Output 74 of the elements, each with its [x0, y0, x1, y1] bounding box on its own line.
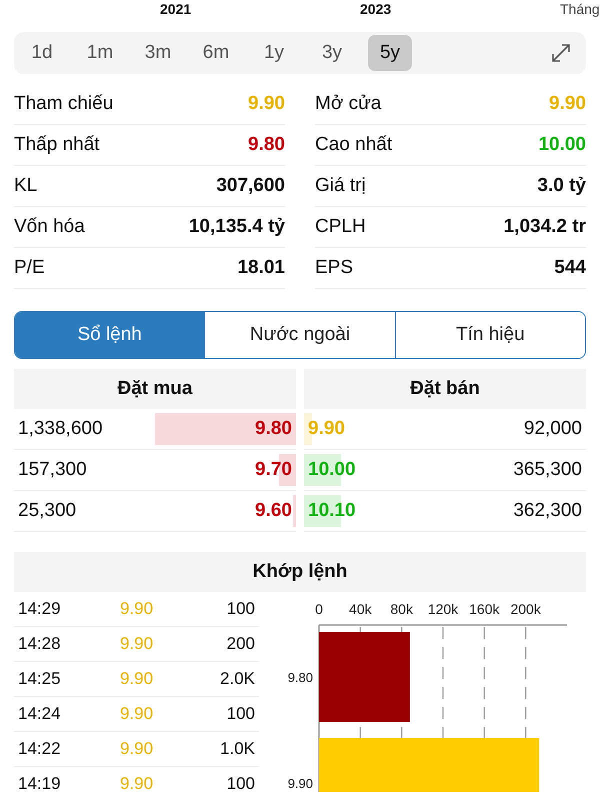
trade-volume: 1.0K	[219, 739, 255, 759]
timeframe-tab[interactable]: 5y	[368, 35, 412, 71]
tick-label: 120k	[428, 601, 458, 617]
bid-volume: 1,338,600	[18, 418, 103, 440]
trade-price: 9.90	[118, 774, 154, 794]
stat-value: 1,034.2 tr	[504, 216, 586, 238]
stat-label: Giá trị	[315, 175, 366, 197]
tick-label: 200k	[510, 601, 541, 617]
segment-tab[interactable]: Sổ lệnh	[15, 312, 204, 358]
stat-label: Cao nhất	[315, 134, 392, 156]
section-header: Khớp lệnh	[14, 552, 586, 592]
trade-volume: 2.0K	[219, 669, 255, 689]
stat-value: 9.90	[549, 93, 586, 115]
trade-volume: 100	[226, 599, 255, 619]
ask-volume: 362,300	[513, 500, 582, 522]
column-header: Đặt mua	[14, 369, 296, 409]
stat-value: 9.80	[248, 134, 285, 156]
stat-label: Mở cửa	[315, 93, 382, 115]
ask-price: 9.90	[308, 418, 345, 440]
trade-time: 14:24	[18, 704, 62, 724]
column-header: Đặt bán	[304, 369, 586, 409]
trade-time: 14:25	[18, 669, 62, 689]
segment-tab[interactable]: Tín hiệu	[394, 312, 585, 358]
stat-value: 307,600	[216, 175, 285, 197]
stat-value: 9.90	[248, 93, 285, 115]
category-label: 9.90	[288, 776, 313, 791]
ask-volume: 365,300	[513, 459, 582, 481]
tick-label: 160k	[469, 601, 500, 617]
timeframe-tab[interactable]: 1d	[20, 35, 64, 71]
trade-price: 9.90	[118, 704, 154, 724]
stat-label: Thấp nhất	[14, 134, 100, 156]
stat-label: KL	[14, 175, 38, 197]
bid-volume: 25,300	[18, 500, 76, 522]
trade-price: 9.90	[118, 669, 154, 689]
trade-time: 14:28	[18, 634, 62, 654]
ask-price: 10.00	[308, 459, 356, 481]
category-label: 9.80	[288, 670, 313, 685]
trade-price: 9.90	[118, 634, 154, 654]
trade-volume: 100	[226, 774, 255, 794]
tick-label: 40k	[349, 601, 372, 617]
bid-volume: 157,300	[18, 459, 87, 481]
tick-label: 80k	[390, 601, 413, 617]
bid-price: 9.70	[255, 459, 292, 481]
bid-price: 9.80	[255, 418, 292, 440]
stat-label: Tham chiếu	[14, 93, 114, 115]
stat-label: CPLH	[315, 216, 366, 238]
stat-label: EPS	[315, 257, 354, 279]
trade-volume: 200	[226, 634, 255, 654]
stat-value: 544	[554, 257, 586, 279]
bid-price: 9.60	[255, 500, 292, 522]
stat-value: 10,135.4 tỷ	[188, 216, 285, 238]
ask-price: 10.10	[308, 500, 356, 522]
timeframe-tab[interactable]: 1y	[252, 35, 296, 71]
trade-volume: 100	[226, 704, 255, 724]
axis-label: 2023	[360, 0, 392, 18]
trade-time: 14:29	[18, 599, 62, 619]
stat-label: P/E	[14, 257, 45, 279]
axis-label: 2021	[160, 0, 192, 18]
timeframe-tab[interactable]: 6m	[194, 35, 238, 71]
stat-value: 18.01	[237, 257, 285, 279]
timeframe-tab[interactable]: 3y	[310, 35, 354, 71]
stat-value: 3.0 tỷ	[537, 175, 586, 197]
timeframe-tab[interactable]: 3m	[136, 35, 180, 71]
trade-time: 14:22	[18, 739, 62, 759]
trade-price: 9.90	[118, 599, 154, 619]
ask-volume: 92,000	[524, 418, 582, 440]
stat-label: Vốn hóa	[14, 216, 85, 238]
timeframe-tab[interactable]: 1m	[78, 35, 122, 71]
stat-value: 10.00	[538, 134, 586, 156]
trade-price: 9.90	[118, 739, 154, 759]
axis-label: Tháng	[560, 0, 600, 18]
trade-time: 14:19	[18, 774, 62, 794]
tick-label: 0	[315, 601, 323, 617]
expand-icon[interactable]	[550, 42, 572, 64]
